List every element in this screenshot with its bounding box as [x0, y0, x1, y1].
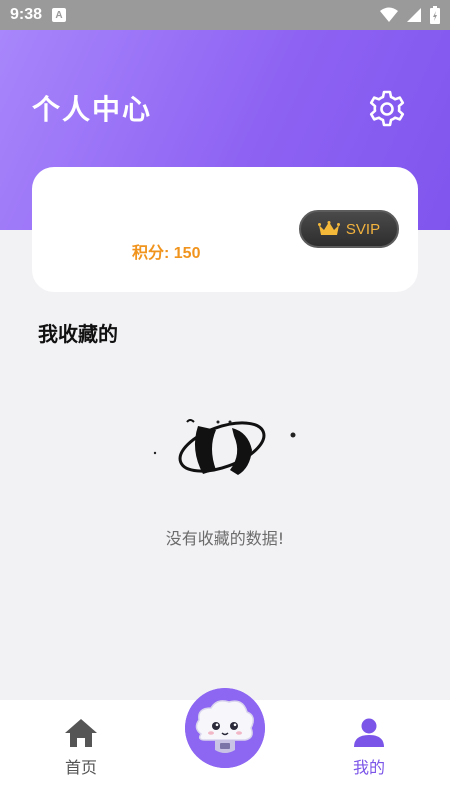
crown-icon: [317, 221, 340, 235]
points-label: 积分: 150: [132, 245, 201, 262]
status-indicators: [380, 6, 440, 24]
cloud-mascot-icon: [185, 688, 265, 768]
gear-icon: [369, 90, 405, 127]
tab-mine-label: 我的: [352, 758, 385, 777]
user-icon: [354, 718, 384, 747]
status-time: 9:38: [10, 6, 43, 23]
empty-planet-icon: [153, 419, 296, 475]
user-card: 积分: 150 SVIP: [32, 167, 418, 292]
page-title: 个人中心: [32, 93, 153, 126]
tab-mine[interactable]: 我的: [329, 718, 409, 778]
svip-label: SVIP: [345, 220, 381, 238]
status-bar: 9:38 A: [0, 0, 450, 30]
settings-button[interactable]: [364, 86, 410, 132]
home-icon: [65, 719, 97, 747]
svip-badge[interactable]: SVIP: [299, 210, 399, 248]
wifi-icon: [380, 7, 398, 22]
battery-icon: [430, 6, 440, 24]
notification-icon: A: [52, 8, 67, 22]
tab-home-label: 首页: [64, 758, 97, 777]
empty-state-text: 没有收藏的数据!: [165, 529, 285, 548]
signal-icon: [407, 8, 421, 22]
favorites-section-title: 我收藏的: [38, 322, 118, 346]
tab-home[interactable]: 首页: [41, 718, 121, 778]
center-action-button[interactable]: [185, 688, 265, 768]
